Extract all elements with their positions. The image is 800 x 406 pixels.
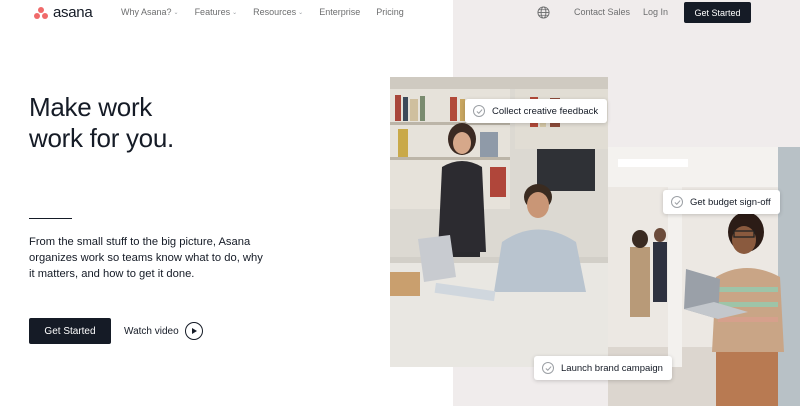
chevron-down-icon: ⌄ (232, 9, 238, 16)
nav-pricing[interactable]: Pricing (376, 7, 404, 17)
nav-label: Resources (253, 7, 297, 17)
login-link[interactable]: Log In (643, 7, 668, 17)
badge-collect-feedback: Collect creative feedback (465, 99, 608, 123)
hero-description: From the small stuff to the big picture,… (29, 236, 263, 280)
globe-icon[interactable] (537, 6, 550, 19)
badge-budget-signoff: Get budget sign-off (663, 190, 780, 214)
watch-video-button[interactable]: Watch video (124, 322, 203, 340)
nav-enterprise[interactable]: Enterprise (319, 7, 360, 17)
asana-logo[interactable]: asana (34, 4, 93, 21)
nav-label: Pricing (376, 7, 404, 17)
chevron-down-icon: ⌄ (298, 9, 304, 16)
nav-label: Features (194, 7, 231, 17)
hero-title: Make work work for you. (29, 92, 174, 154)
nav-links: Why Asana? ⌄ Features ⌄ Resources ⌄ Enterpr… (121, 7, 420, 17)
contact-sales-link[interactable]: Contact Sales (574, 7, 630, 17)
nav-get-started-button[interactable]: Get Started (684, 2, 751, 23)
logo-text: asana (53, 4, 93, 21)
nav-resources[interactable]: Resources ⌄ (253, 7, 303, 17)
hero-title-line2: work for you. (29, 123, 174, 153)
nav-why-asana[interactable]: Why Asana? ⌄ (121, 7, 179, 17)
check-circle-icon (671, 196, 683, 208)
nav-label: Enterprise (319, 7, 361, 17)
hero-get-started-button[interactable]: Get Started (29, 318, 111, 344)
asana-logo-icon (34, 6, 48, 19)
play-icon (184, 322, 203, 340)
badge-label: Get budget sign-off (690, 196, 771, 208)
check-circle-icon (542, 362, 554, 374)
badge-launch-campaign: Launch brand campaign (534, 356, 672, 380)
watch-video-label: Watch video (124, 325, 179, 337)
hero-divider (29, 218, 72, 219)
badge-label: Launch brand campaign (561, 362, 663, 374)
badge-label: Collect creative feedback (492, 105, 599, 117)
chevron-down-icon: ⌄ (173, 9, 179, 16)
check-circle-icon (473, 105, 485, 117)
nav-label: Why Asana? (121, 7, 172, 17)
nav-features[interactable]: Features ⌄ (195, 7, 238, 17)
top-nav: asana Why Asana? ⌄ Features ⌄ Resources ⌄ E… (0, 0, 800, 25)
hero-title-line1: Make work (29, 92, 152, 122)
